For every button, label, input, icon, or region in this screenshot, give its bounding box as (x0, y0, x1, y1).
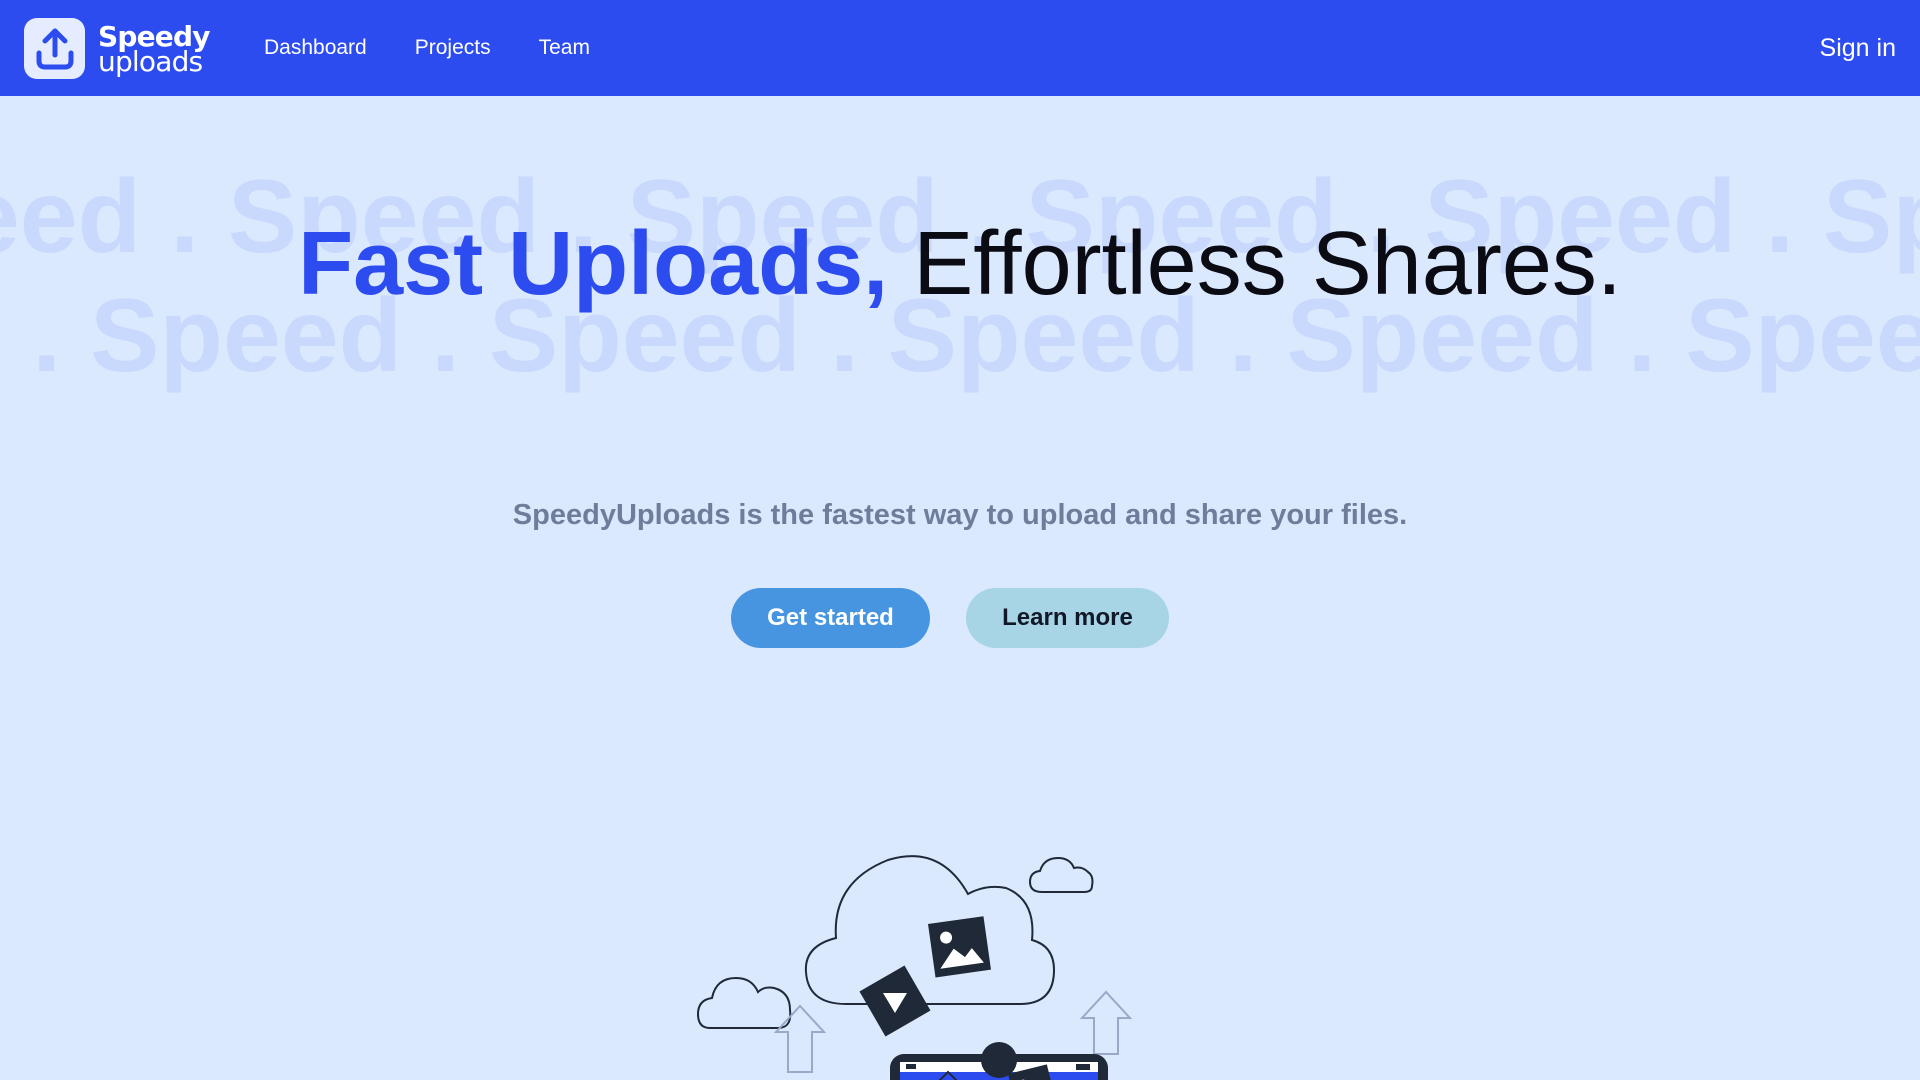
nav-item-team[interactable]: Team (539, 36, 590, 60)
cloud-upload-illustration (696, 855, 1133, 1080)
headline-rest: Effortless Shares. (913, 214, 1622, 314)
video-file-icon (859, 965, 931, 1037)
hero-subtitle: SpeedyUploads is the fastest way to uplo… (512, 499, 1408, 531)
upload-arrow-right-icon (1079, 990, 1133, 1055)
brand-logo[interactable]: Speedy uploads (24, 18, 210, 79)
learn-more-button[interactable]: Learn more (966, 588, 1169, 648)
nav-item-projects[interactable]: Projects (415, 36, 491, 60)
cta-group: Get started Learn more (0, 588, 1920, 648)
sign-in-link[interactable]: Sign in (1820, 0, 1896, 96)
get-started-button[interactable]: Get started (731, 588, 930, 648)
upload-arrow-icon (24, 18, 85, 79)
top-navbar: Speedy uploads Dashboard Projects Team S… (0, 0, 1920, 96)
hero-section: eed . Speed . Speed . Speed . Speed . Sp… (0, 96, 1920, 1080)
tablet-device-icon (890, 1042, 1108, 1080)
main-nav: Dashboard Projects Team (264, 0, 638, 96)
brand-wordmark: Speedy uploads (98, 22, 210, 78)
hero-headline: Fast Uploads, Effortless Shares. (0, 214, 1920, 314)
nav-item-dashboard[interactable]: Dashboard (264, 36, 367, 60)
small-cloud-left-icon (696, 976, 792, 1029)
brand-line-2: uploads (98, 44, 203, 78)
headline-accent: Fast Uploads, (298, 214, 889, 314)
upload-arrow-left-icon (773, 1004, 827, 1073)
image-file-icon (928, 916, 991, 978)
small-cloud-right-icon (1028, 856, 1094, 893)
